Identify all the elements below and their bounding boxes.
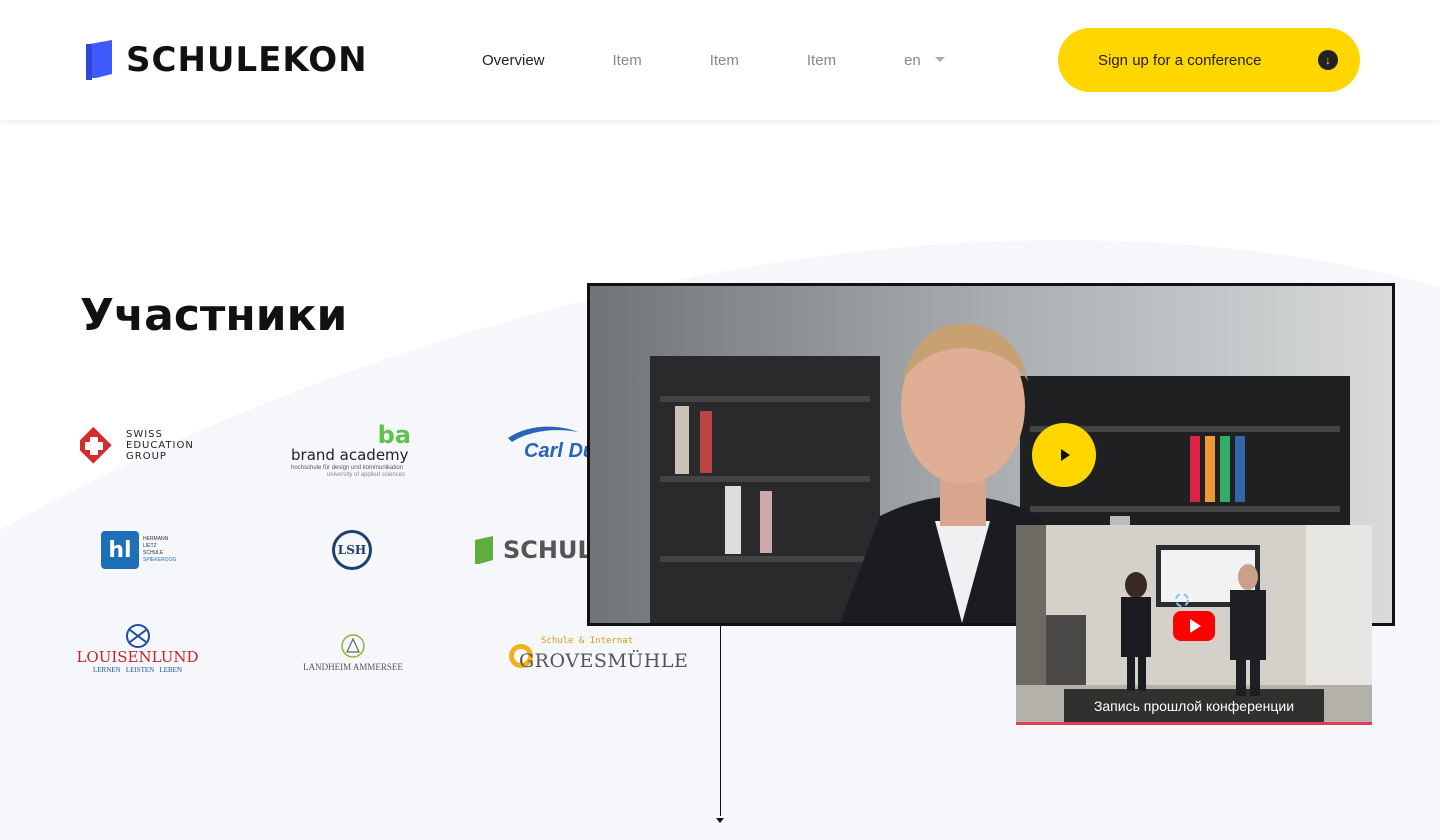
play-icon[interactable] (1032, 423, 1096, 487)
ba-badge: ba (377, 421, 411, 449)
nav-item-3[interactable]: Item (807, 52, 836, 69)
swiss-education-group-logo[interactable]: SWISS EDUCATION GROUP (80, 425, 210, 465)
arrow-down-icon (716, 818, 724, 823)
partner-text: SWISS (126, 428, 163, 440)
section-title: Участники (80, 290, 348, 341)
schulekon-partner-logo[interactable]: SCHUL (475, 535, 595, 565)
brand-academy-logo[interactable]: ba brand academy hochschule für design u… (291, 421, 411, 480)
partner-text: EDUCATION (126, 439, 194, 451)
partner-subtext: hochschule für design und kommunikation (291, 465, 404, 471)
hl-badge: hl (101, 531, 139, 569)
partner-text: LIETZ (143, 543, 157, 549)
landheim-ammersee-logo[interactable]: LANDHEIM AMMERSEE (298, 634, 408, 674)
nav-overview[interactable]: Overview (482, 52, 545, 69)
book-logo-icon (86, 40, 112, 80)
scroll-down-line (720, 626, 721, 816)
swiss-cross-icon (80, 426, 112, 464)
partner-text: LOUISENLUND (76, 648, 199, 666)
grovesmuehle-logo[interactable]: Schule & Internat GROVESMÜHLE (501, 634, 688, 676)
progress-bar (1016, 722, 1372, 725)
crest-icon (341, 634, 365, 658)
hermann-lietz-logo[interactable]: hl HERMANN LIETZ SCHULE SPIEKEROOG (101, 530, 181, 570)
youtube-play-icon[interactable] (1173, 611, 1215, 641)
partner-subtext: university of applied sciences (327, 472, 406, 478)
language-value: en (904, 51, 921, 69)
previous-conference-video[interactable]: Запись прошлой конференции (1016, 525, 1372, 725)
louisenlund-logo[interactable]: LOUISENLUND LERNEN LEISTEN LEBEN (76, 624, 199, 676)
nav-item-2[interactable]: Item (710, 52, 739, 69)
partner-text: GROUP (126, 450, 167, 462)
carl-duisberg-logo[interactable]: Carl Du (508, 424, 598, 464)
crest-icon (125, 624, 150, 648)
caret-down-icon (934, 56, 945, 62)
partner-text: SPIEKEROOG (143, 557, 177, 563)
partner-text: LSH (332, 530, 372, 570)
partner-subtext: LERNEN LEISTEN LEBEN (92, 666, 183, 674)
thumbnail-caption: Запись прошлой конференции (1064, 689, 1324, 723)
main-nav: Overview Item Item Item en (482, 0, 945, 120)
site-logo[interactable]: SCHULEKON (86, 40, 368, 80)
partner-text: GROVESMÜHLE (519, 650, 689, 672)
language-select[interactable]: en (904, 52, 945, 69)
download-arrow-icon: ↓ (1318, 50, 1338, 70)
signup-button-label: Sign up for a conference (1098, 51, 1262, 69)
signup-conference-button[interactable]: Sign up for a conference ↓ (1058, 28, 1360, 92)
logo-text: SCHULEKON (126, 40, 368, 80)
site-header: SCHULEKON Overview Item Item Item en Sig… (0, 0, 1440, 120)
partner-text: SCHULE (143, 550, 164, 556)
partner-text: brand academy (291, 446, 409, 464)
partner-text: SCHUL (503, 536, 593, 564)
lsh-logo[interactable]: LSH (332, 529, 374, 571)
partner-subtext: Schule & Internat (541, 636, 634, 646)
book-logo-icon (475, 536, 493, 564)
partner-text: Carl Du (524, 440, 596, 462)
partner-text: LANDHEIM AMMERSEE (303, 662, 403, 672)
nav-item-1[interactable]: Item (613, 52, 642, 69)
partner-text: HERMANN (143, 536, 169, 542)
